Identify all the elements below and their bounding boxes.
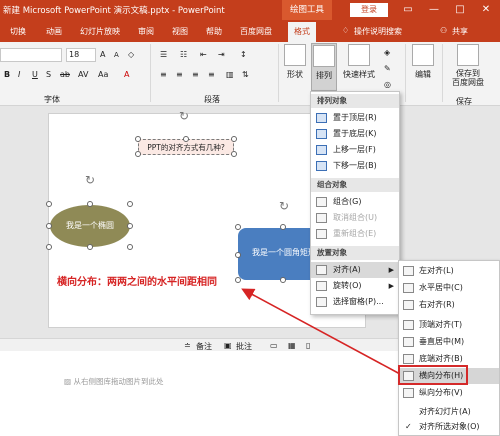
- align-selected-objects-label: 对齐所选对象(O): [419, 422, 480, 431]
- submenu-arrow-icon: ▶: [388, 266, 394, 274]
- regroup-item: 重新组合(E): [311, 226, 399, 242]
- send-to-back-label: 置于底层(K): [333, 129, 377, 138]
- send-to-back-icon: [316, 129, 327, 139]
- align-left-item[interactable]: 左对齐(L): [399, 263, 499, 279]
- align-middle-icon: [403, 337, 414, 347]
- align-label: 对齐(A): [333, 265, 361, 274]
- bring-to-front-label: 置于顶层(R): [333, 113, 377, 122]
- rotate-label: 旋转(O): [333, 281, 362, 290]
- bring-forward-item[interactable]: 上移一层(F): [311, 142, 399, 158]
- align-right-item[interactable]: 右对齐(R): [399, 297, 499, 313]
- checkmark-icon: ✓: [405, 422, 412, 431]
- send-to-back-item[interactable]: 置于底层(K): [311, 126, 399, 142]
- align-icon: [316, 265, 327, 275]
- distribute-vertically-item[interactable]: 纵向分布(V): [399, 385, 499, 401]
- group-label: 组合(G): [333, 197, 362, 206]
- order-objects-header: 排列对象: [311, 94, 399, 108]
- align-left-icon: [403, 266, 414, 276]
- rotate-icon: [316, 281, 327, 291]
- bring-to-front-icon: [316, 113, 327, 123]
- selection-pane-label: 选择窗格(P)...: [333, 297, 384, 306]
- align-right-icon: [403, 300, 414, 310]
- group-objects-header: 组合对象: [311, 178, 399, 192]
- rotate-item[interactable]: 旋转(O) ▶: [311, 278, 399, 294]
- align-to-slide-item[interactable]: 对齐幻灯片(A): [399, 404, 499, 420]
- align-center-label: 水平居中(C): [419, 283, 463, 292]
- align-selected-objects-item[interactable]: ✓ 对齐所选对象(O): [399, 419, 499, 435]
- align-left-label: 左对齐(L): [419, 266, 454, 275]
- group-icon: [316, 197, 327, 207]
- distribute-vertically-icon: [403, 388, 414, 398]
- regroup-icon: [316, 229, 327, 239]
- align-middle-item[interactable]: 垂直居中(M): [399, 334, 499, 350]
- align-top-item[interactable]: 顶端对齐(T): [399, 317, 499, 333]
- align-to-slide-label: 对齐幻灯片(A): [419, 407, 471, 416]
- send-backward-label: 下移一层(B): [333, 161, 377, 170]
- align-top-label: 顶端对齐(T): [419, 320, 463, 329]
- align-center-item[interactable]: 水平居中(C): [399, 280, 499, 296]
- send-backward-icon: [316, 161, 327, 171]
- regroup-label: 重新组合(E): [333, 229, 377, 238]
- bring-to-front-item[interactable]: 置于顶层(R): [311, 110, 399, 126]
- highlight-box: [398, 365, 468, 385]
- group-item[interactable]: 组合(G): [311, 194, 399, 210]
- position-objects-header: 放置对象: [311, 246, 399, 260]
- submenu-arrow-icon: ▶: [388, 282, 394, 290]
- send-backward-item[interactable]: 下移一层(B): [311, 158, 399, 174]
- align-middle-label: 垂直居中(M): [419, 337, 465, 346]
- distribute-vertically-label: 纵向分布(V): [419, 388, 463, 397]
- align-center-icon: [403, 283, 414, 293]
- bring-forward-icon: [316, 145, 327, 155]
- align-top-icon: [403, 320, 414, 330]
- ungroup-item: 取消组合(U): [311, 210, 399, 226]
- ungroup-label: 取消组合(U): [333, 213, 378, 222]
- selection-pane-icon: [316, 297, 327, 307]
- align-item[interactable]: 对齐(A) ▶: [311, 262, 399, 278]
- align-bottom-label: 底端对齐(B): [419, 354, 463, 363]
- align-bottom-icon: [403, 354, 414, 364]
- selection-pane-item[interactable]: 选择窗格(P)...: [311, 294, 399, 310]
- ungroup-icon: [316, 213, 327, 223]
- arrange-dropdown: 排列对象 置于顶层(R) 置于底层(K) 上移一层(F) 下移一层(B) 组合对…: [310, 91, 400, 315]
- align-submenu: 左对齐(L) 水平居中(C) 右对齐(R) 顶端对齐(T) 垂直居中(M) 底端…: [398, 260, 500, 436]
- bring-forward-label: 上移一层(F): [333, 145, 376, 154]
- align-right-label: 右对齐(R): [419, 300, 455, 309]
